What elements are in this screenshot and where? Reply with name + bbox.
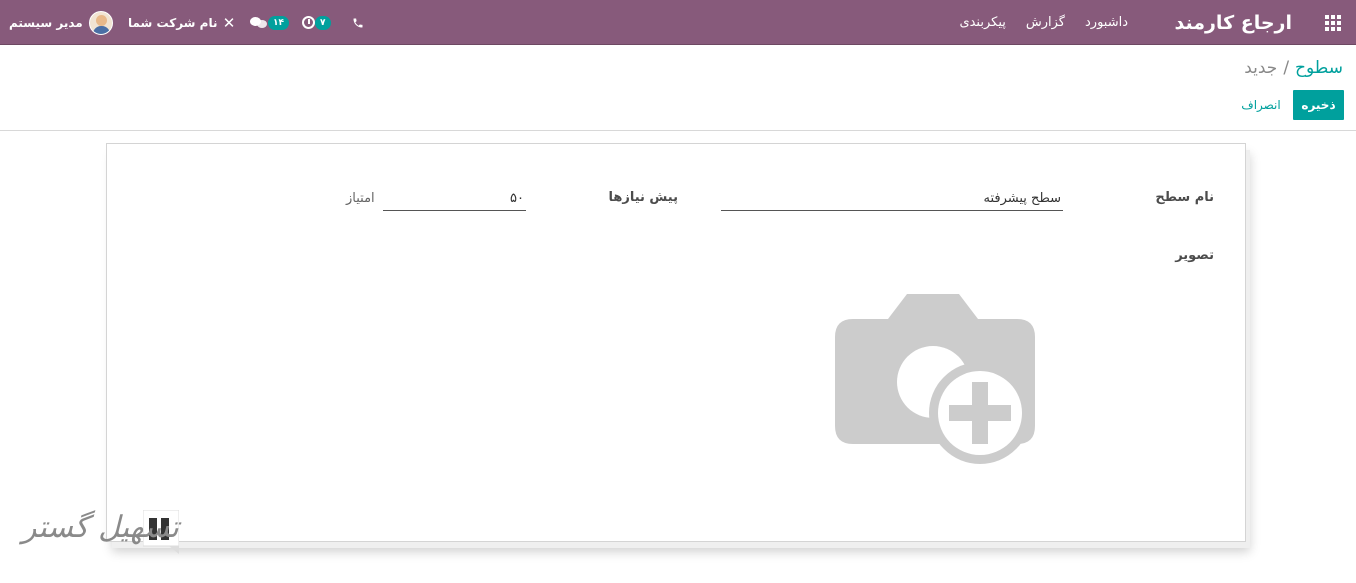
app-brand-title[interactable]: ارجاع کارمند [1175,0,1293,45]
main-menu: داشبورد گزارش پیکربندی [959,0,1128,45]
image-label: تصویر [1175,248,1214,263]
avatar [88,10,113,35]
camera-add-icon[interactable] [835,294,1037,470]
debug-tools-icon[interactable]: ✕ [220,0,238,45]
save-button[interactable]: ذخیره [1293,90,1344,120]
prerequisites-label: پیش نیازها [608,190,678,205]
menu-item-dashboard[interactable]: داشبورد [1085,15,1128,30]
phone-icon[interactable] [350,0,366,45]
clock-icon [302,16,315,29]
chat-count-badge: ۱۴ [268,15,289,30]
breadcrumb: سطوح/جدید [1244,58,1343,78]
level-name-input[interactable] [721,187,1063,211]
menu-item-configuration[interactable]: پیکربندی [959,15,1005,30]
level-name-label: نام سطح [1155,190,1214,205]
apps-menu-icon[interactable] [1322,0,1344,45]
company-switcher[interactable]: نام شرکت شما [128,0,217,45]
chat-icon [250,16,268,30]
activity-menu[interactable]: ۷ [302,0,331,45]
user-name: مدیر سیستم [9,15,83,30]
points-unit-label: امتیاز [346,191,375,206]
points-input[interactable] [383,187,526,211]
top-navbar: ارجاع کارمند داشبورد گزارش پیکربندی مدیر… [0,0,1356,45]
user-menu[interactable]: مدیر سیستم [9,0,113,45]
control-panel-divider [0,130,1356,131]
activity-count-badge: ۷ [315,15,331,30]
breadcrumb-separator: / [1283,58,1290,78]
breadcrumb-current: جدید [1244,58,1278,78]
menu-item-report[interactable]: گزارش [1026,15,1065,30]
discard-button[interactable]: انصراف [1234,90,1288,120]
form-sheet: نام سطح پیش نیازها امتیاز تصویر [106,143,1246,542]
watermark-text: تسهیل گستر [22,510,180,545]
breadcrumb-levels-link[interactable]: سطوح [1295,58,1343,78]
messaging-menu[interactable]: ۱۴ [250,0,289,45]
